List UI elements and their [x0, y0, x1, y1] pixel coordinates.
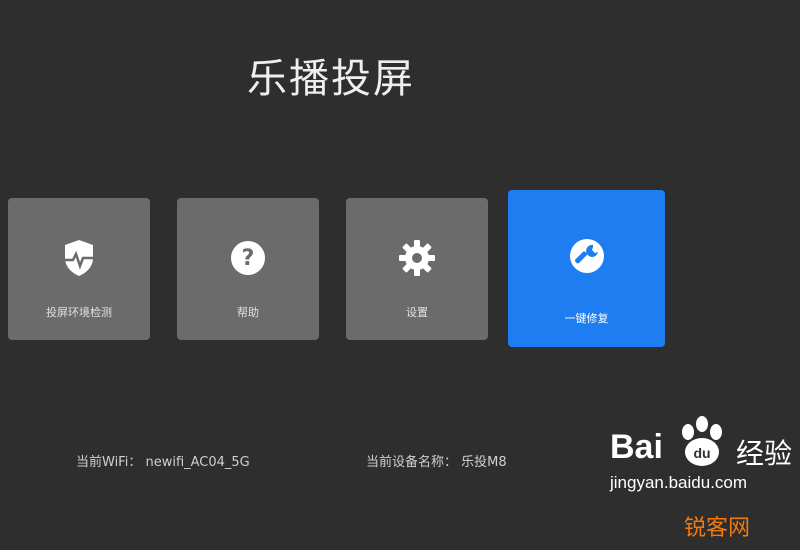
- page-title: 乐播投屏: [247, 56, 415, 102]
- tile-environment-check[interactable]: 投屏环境检测: [8, 198, 150, 340]
- tile-one-key-repair[interactable]: 一键修复: [508, 190, 665, 347]
- site-watermark-text: 锐客网: [684, 516, 751, 541]
- wifi-status: 当前WiFi： newifi_AC04_5G: [76, 455, 250, 470]
- svg-text:du: du: [693, 445, 710, 461]
- watermark-cn: 经验: [736, 437, 793, 470]
- tile-settings[interactable]: 设置: [346, 198, 488, 340]
- tile-help[interactable]: ? 帮助: [177, 198, 319, 340]
- watermark-url: jingyan.baidu.com: [610, 473, 748, 492]
- wrench-icon: [569, 239, 604, 273]
- baidu-jingyan-watermark: Bai du 经验 jingyan.baidu.com: [608, 410, 798, 495]
- device-name-status: 当前设备名称： 乐投M8: [366, 455, 507, 470]
- tile-label: 一键修复: [564, 312, 609, 325]
- tile-label: 帮助: [237, 306, 259, 319]
- gear-icon: [399, 240, 435, 276]
- help-circle-icon: ?: [231, 241, 265, 275]
- shield-pulse-icon: [65, 240, 93, 276]
- tile-label: 设置: [406, 306, 428, 319]
- site-watermark: 锐客网: [680, 508, 792, 542]
- watermark-word: Bai: [610, 428, 663, 466]
- paw-logo-icon: du: [682, 416, 722, 466]
- svg-text:?: ?: [242, 246, 255, 271]
- tile-label: 投屏环境检测: [46, 306, 112, 319]
